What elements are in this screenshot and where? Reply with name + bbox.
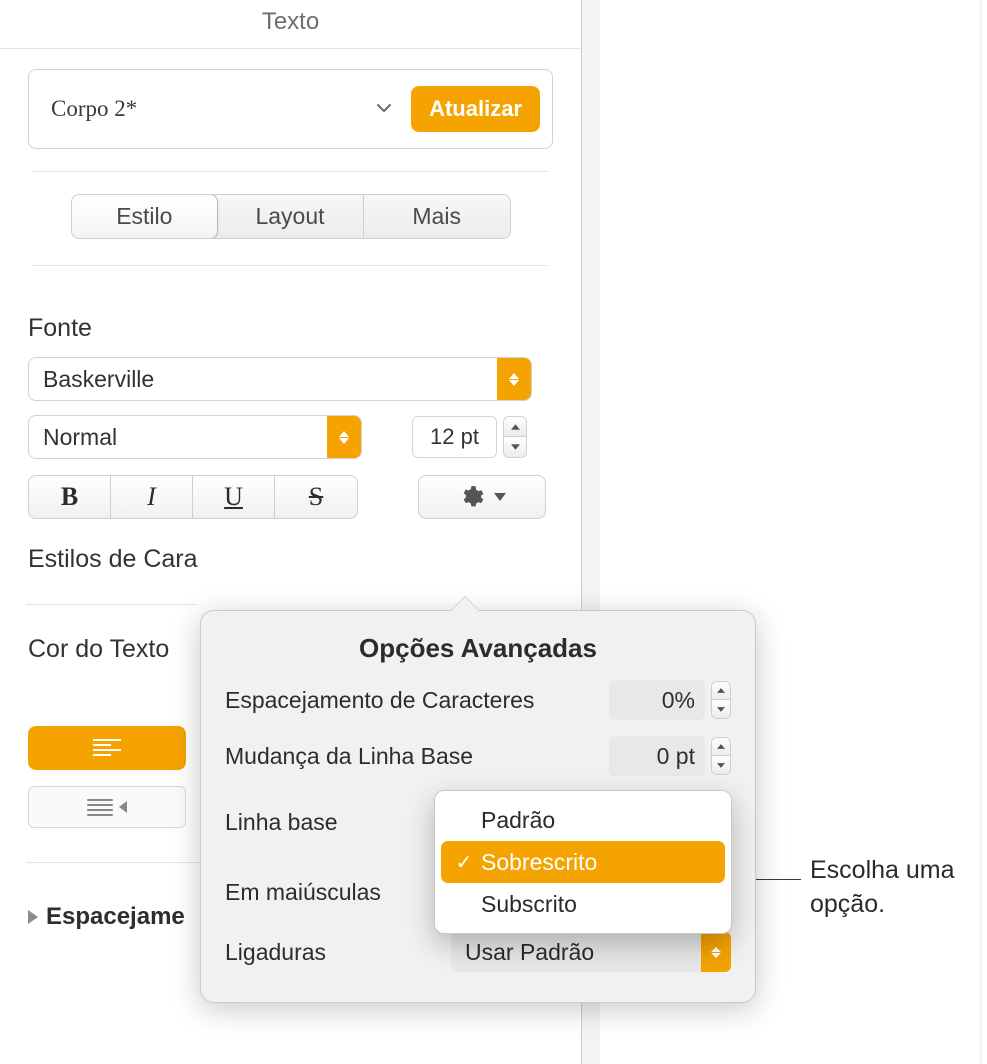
triangle-right-icon — [28, 910, 38, 924]
step-down[interactable] — [712, 756, 730, 774]
character-styles-label: Estilos de Cara — [28, 545, 553, 574]
tab-layout[interactable]: Layout — [217, 195, 364, 238]
divider — [26, 604, 196, 605]
font-family-select[interactable]: Baskerville — [28, 357, 532, 401]
text-style-segmented: B I U S — [28, 475, 358, 519]
callout-line2: opção. — [810, 890, 885, 918]
check-icon: ✓ — [451, 850, 477, 875]
baseline-menu: ✓ Padrão ✓ Sobrescrito ✓ Subscrito — [434, 790, 732, 934]
font-weight-select[interactable]: Normal — [28, 415, 362, 459]
callout-text: Escolha uma opção. — [810, 854, 955, 922]
char-spacing-label: Espacejamento de Caracteres — [225, 687, 609, 714]
font-weight-value: Normal — [29, 424, 327, 451]
underline-button[interactable]: U — [193, 476, 275, 518]
menu-item-label: Sobrescrito — [477, 849, 597, 876]
divider — [26, 862, 206, 863]
paragraph-style-box: Corpo 2* Atualizar — [28, 69, 553, 149]
italic-button[interactable]: I — [111, 476, 193, 518]
menu-item-label: Padrão — [477, 807, 555, 834]
tab-estilo[interactable]: Estilo — [71, 194, 219, 239]
popover-title: Opções Avançadas — [225, 633, 731, 664]
chevron-down-icon — [494, 493, 506, 501]
spacing-label: Espacejame — [46, 903, 185, 931]
align-left-button[interactable] — [28, 726, 186, 770]
char-spacing-field[interactable]: 0% — [609, 680, 705, 720]
strikethrough-button[interactable]: S — [275, 476, 357, 518]
ligatures-value: Usar Padrão — [465, 939, 594, 966]
triangle-left-icon — [119, 801, 127, 813]
align-left-icon — [93, 739, 121, 757]
stepper-icon — [327, 416, 361, 458]
font-size-field[interactable]: 12 pt — [412, 416, 497, 458]
baseline-shift-label: Mudança da Linha Base — [225, 743, 609, 770]
caps-label: Em maiúsculas — [225, 879, 451, 906]
step-up[interactable] — [712, 738, 730, 756]
font-size-stepper[interactable] — [503, 416, 527, 458]
step-up[interactable] — [504, 417, 526, 437]
divider — [33, 265, 548, 266]
paragraph-style-value: Corpo 2* — [51, 96, 137, 122]
stepper-icon — [701, 932, 731, 972]
ligatures-label: Ligaduras — [225, 939, 451, 966]
update-button[interactable]: Atualizar — [411, 86, 540, 132]
font-size-group: 12 pt — [412, 416, 527, 458]
font-family-value: Baskerville — [29, 366, 497, 393]
menu-item-subscrito[interactable]: ✓ Subscrito — [441, 883, 725, 925]
menu-item-padrao[interactable]: ✓ Padrão — [441, 799, 725, 841]
ligatures-select[interactable]: Usar Padrão — [451, 932, 731, 972]
panel-title: Texto — [0, 0, 581, 49]
baseline-shift-field[interactable]: 0 pt — [609, 736, 705, 776]
fonte-label: Fonte — [28, 314, 553, 343]
step-down[interactable] — [504, 437, 526, 457]
decrease-indent-button[interactable] — [28, 786, 186, 828]
stepper-icon — [497, 358, 531, 400]
char-spacing-stepper[interactable] — [711, 681, 731, 719]
step-down[interactable] — [712, 700, 730, 718]
menu-item-sobrescrito[interactable]: ✓ Sobrescrito — [441, 841, 725, 883]
tabs-segmented: Estilo Layout Mais — [71, 194, 511, 239]
menu-item-label: Subscrito — [477, 891, 577, 918]
chevron-down-icon — [377, 100, 391, 118]
step-up[interactable] — [712, 682, 730, 700]
baseline-shift-stepper[interactable] — [711, 737, 731, 775]
baseline-label: Linha base — [225, 809, 451, 836]
gear-icon — [458, 484, 484, 510]
bold-button[interactable]: B — [29, 476, 111, 518]
divider — [33, 171, 548, 172]
tab-mais[interactable]: Mais — [364, 195, 510, 238]
callout-line1: Escolha uma — [810, 856, 955, 884]
advanced-options-button[interactable] — [418, 475, 546, 519]
paragraph-style-select[interactable]: Corpo 2* — [41, 90, 401, 128]
lines-icon — [87, 799, 113, 816]
